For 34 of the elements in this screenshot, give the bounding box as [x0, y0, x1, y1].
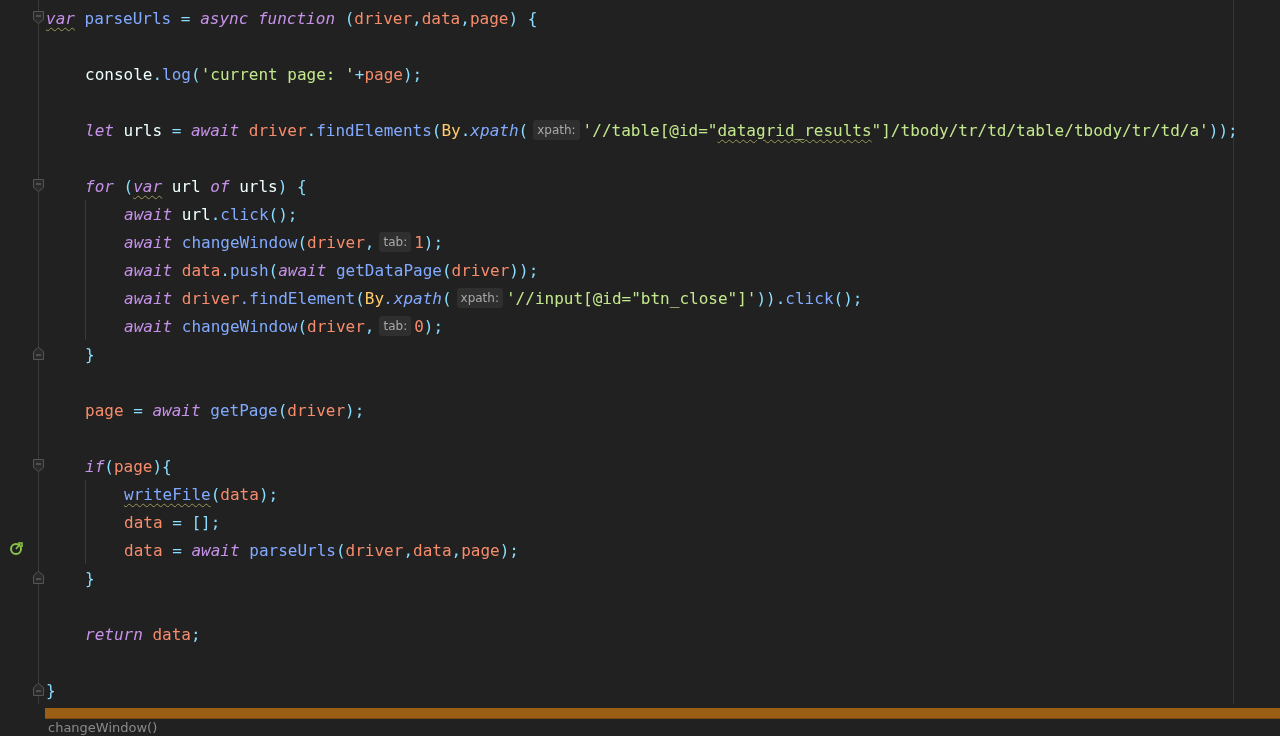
- fold-icon[interactable]: [33, 570, 44, 584]
- code-text: for (var url of urls) {: [85, 176, 307, 196]
- code-text: '//input[@id="btn_close"]')).click();: [506, 288, 863, 308]
- code-text: console.log('current page: '+page);: [85, 64, 423, 84]
- fold-icon[interactable]: [33, 178, 44, 192]
- code-text: 1);: [414, 232, 444, 252]
- code-text: '//table[@id="datagrid_results"]/tbody/tr/td/table/tbody/tr/td/a'));: [582, 120, 1238, 140]
- parameter-hint: xpath:: [533, 120, 580, 140]
- code-text: if(page){: [85, 456, 172, 476]
- code-text: await changeWindow(driver,: [124, 316, 375, 336]
- code-text: 0);: [414, 316, 444, 336]
- code-text: page = await getPage(driver);: [85, 400, 365, 420]
- code-text: data = [];: [124, 512, 221, 532]
- code-text: }: [46, 680, 56, 700]
- fold-icon[interactable]: [33, 10, 44, 24]
- code-text: await url.click();: [124, 204, 298, 224]
- code-text: }: [85, 568, 95, 588]
- parameter-hint: xpath:: [456, 288, 503, 308]
- fold-icon[interactable]: [33, 346, 44, 360]
- code-text: var parseUrls = async function (driver,data,page) {: [46, 8, 538, 28]
- fold-icon[interactable]: [33, 458, 44, 472]
- parameter-hint: tab:: [379, 232, 412, 252]
- code-text: }: [85, 344, 95, 364]
- code-text: await data.push(await getDataPage(driver));: [124, 260, 539, 280]
- code-text: await driver.findElement(By.xpath(: [124, 288, 452, 308]
- code-text: let urls = await driver.findElements(By.xpath(: [85, 120, 529, 140]
- code-text: await changeWindow(driver,: [124, 232, 375, 252]
- horizontal-scrollbar[interactable]: [45, 708, 1280, 719]
- fold-icon[interactable]: [33, 682, 44, 696]
- status-hint: changeWindow(): [47, 719, 159, 736]
- code-text: return data;: [85, 624, 201, 644]
- code-text: writeFile(data);: [124, 484, 279, 504]
- code-text: data = await parseUrls(driver,data,page);: [124, 540, 519, 560]
- parameter-hint: tab:: [379, 316, 412, 336]
